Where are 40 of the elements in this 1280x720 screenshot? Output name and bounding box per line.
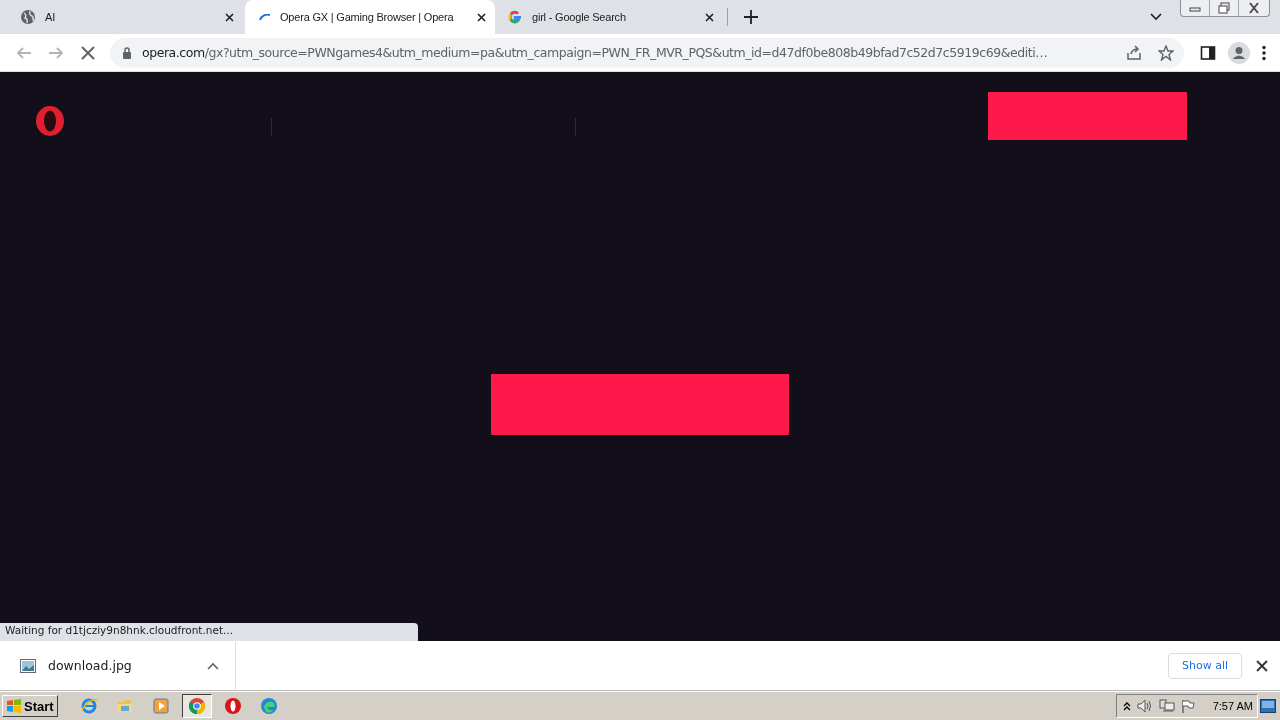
flag-icon[interactable] xyxy=(1180,699,1195,713)
browser-tab[interactable]: Opera GX | Gaming Browser | Opera xyxy=(245,0,495,34)
star-icon[interactable] xyxy=(1158,44,1174,61)
clock[interactable]: 7:57 AM xyxy=(1212,700,1253,712)
tab-title: AI xyxy=(45,11,56,23)
new-tab-icon[interactable] xyxy=(744,10,758,24)
profile-icon[interactable] xyxy=(1228,41,1250,64)
file-name: download.jpg xyxy=(48,658,133,673)
image-file-icon xyxy=(20,658,36,673)
tab-title: Opera GX | Gaming Browser | Opera xyxy=(280,11,455,23)
download-item[interactable]: download.jpg xyxy=(0,641,236,690)
side-panel-icon[interactable] xyxy=(1200,44,1216,61)
loading-spinner-icon xyxy=(259,13,271,21)
status-bubble: Waiting for d1tjcziy9n8hnk.cloudfront.net... xyxy=(0,623,418,641)
menu-icon[interactable] xyxy=(1262,44,1266,61)
speaker-icon[interactable] xyxy=(1136,699,1153,713)
network-icon[interactable] xyxy=(1158,699,1175,713)
chrome-icon[interactable] xyxy=(181,694,212,718)
browser-tab[interactable]: AI xyxy=(8,0,245,34)
opera-logo-icon[interactable] xyxy=(34,105,66,137)
address-bar[interactable]: opera.com/gx?utm_source=PWNgames4&utm_medium=pa&utm_campaign=PWN_FR_MVR_PQS&utm_id=d47df0be808b49bfad7c52d7c5919c69&editi… xyxy=(110,37,1184,68)
chevron-up-icon[interactable] xyxy=(1122,701,1131,711)
tab-title: girl - Google Search xyxy=(532,11,627,23)
close-icon[interactable] xyxy=(704,11,715,23)
show-all-button[interactable]: Show all xyxy=(1167,652,1242,679)
close-icon[interactable] xyxy=(476,11,487,23)
globe-icon xyxy=(20,9,36,25)
close-icon[interactable] xyxy=(224,11,235,23)
show-desktop-icon[interactable] xyxy=(1260,699,1276,713)
google-icon xyxy=(507,9,523,25)
lock-icon[interactable] xyxy=(122,46,132,59)
share-icon[interactable] xyxy=(1126,44,1142,61)
start-button[interactable]: Start xyxy=(2,695,58,717)
chevron-up-icon[interactable] xyxy=(207,661,219,670)
windows-flag-icon xyxy=(6,699,22,713)
chevron-down-icon[interactable] xyxy=(1150,13,1162,21)
stop-icon[interactable] xyxy=(80,44,96,61)
close-icon[interactable] xyxy=(1256,659,1268,672)
browser-tab[interactable]: girl - Google Search xyxy=(495,0,725,34)
url-text: opera.com/gx?utm_source=PWNgames4&utm_medium=pa&utm_campaign=PWN_FR_MVR_PQS&utm_id=d47df0be808b49bfad7c52d7c5919c69&editi… xyxy=(142,45,1049,60)
